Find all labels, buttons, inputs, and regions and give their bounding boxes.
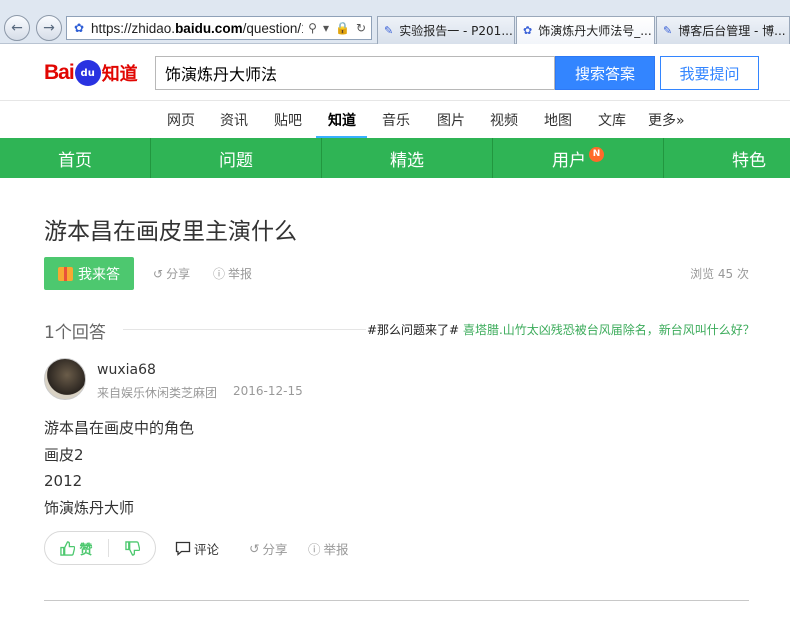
topic-tag[interactable]: #那么问题来了# <box>367 323 459 337</box>
browser-tab-active[interactable]: ✿ 饰演炼丹大师法号_... <box>516 16 655 44</box>
baidu-paw-icon: ✿ <box>523 23 533 37</box>
answer-date: 2016-12-15 <box>233 384 303 398</box>
refresh-icon[interactable]: ↻ <box>356 21 366 35</box>
baidu-du-paw: du <box>74 60 101 86</box>
channel-nav: 网页 资讯 贴吧 知道 音乐 图片 视频 地图 文库 更多» <box>0 100 790 139</box>
search-answer-button[interactable]: 搜索答案 <box>555 56 655 90</box>
dislike-button[interactable] <box>109 532 155 564</box>
forward-arrow-icon[interactable]: → <box>36 15 62 41</box>
dropdown-icon[interactable]: ▾ <box>323 21 329 35</box>
back-arrow-icon[interactable]: ← <box>4 15 30 41</box>
answer-line: 画皮2 <box>44 445 84 464</box>
new-badge: N <box>589 146 604 162</box>
answer-team[interactable]: 来自娱乐休闲类芝麻团 <box>97 384 217 401</box>
channel-tieba[interactable]: 贴吧 <box>274 110 302 130</box>
channel-news[interactable]: 资讯 <box>220 110 248 130</box>
hot-topic: #那么问题来了# 喜塔腊.山竹太凶残恐被台风届除名，新台风叫什么好？ <box>367 321 755 338</box>
comment-icon <box>175 541 191 556</box>
hot-question-link[interactable]: 喜塔腊.山竹太凶残恐被台风届除名，新台风叫什么好？ <box>463 323 755 337</box>
answer-line: 饰演炼丹大师 <box>44 498 135 517</box>
lock-icon[interactable]: 🔒 <box>335 21 350 35</box>
vote-box: 赞 <box>44 531 156 565</box>
share-link[interactable]: ↺ 分享 <box>153 265 190 282</box>
search-icon[interactable]: ⚲ <box>308 21 317 35</box>
address-bar[interactable]: ✿ https://zhidao.baidu.com/question/1 ⚲ … <box>66 16 372 40</box>
share-icon: ↺ <box>249 541 260 556</box>
answer-bottom-divider <box>44 600 749 601</box>
search-input[interactable]: 饰演炼丹大师法 <box>155 56 555 90</box>
warning-icon: ⓘ <box>213 267 226 281</box>
share-icon: ↺ <box>153 266 164 281</box>
thumbs-up-icon <box>60 540 76 556</box>
comment-button[interactable]: 评论 <box>175 539 219 558</box>
avatar[interactable] <box>44 358 86 400</box>
nav-users[interactable]: 用户 N <box>493 138 663 178</box>
answer-line: 游本昌在画皮中的角色 <box>44 419 195 437</box>
answer-share-button[interactable]: ↺ 分享 <box>249 539 288 558</box>
channel-music[interactable]: 音乐 <box>382 110 410 130</box>
channel-web[interactable]: 网页 <box>167 110 195 130</box>
answer-line: 2012 <box>44 472 83 490</box>
channel-images[interactable]: 图片 <box>437 110 465 130</box>
warning-icon: ⓘ <box>308 542 321 557</box>
baidu-paw-icon: ✿ <box>73 21 85 35</box>
url-text: https://zhidao.baidu.com/question/1 <box>91 20 304 36</box>
page-icon: ✎ <box>384 23 394 37</box>
answer-report-button[interactable]: ⓘ 举报 <box>308 539 349 558</box>
address-tools: ⚲ ▾ 🔒 ↻ <box>303 21 371 35</box>
green-nav-bar: 首页 问题 精选 用户 N 特色 <box>0 138 790 178</box>
nav-questions[interactable]: 问题 <box>151 138 321 178</box>
channel-video[interactable]: 视频 <box>490 110 518 130</box>
answer-content: 游本昌在画皮中的角色 画皮2 2012 饰演炼丹大师 <box>44 415 194 521</box>
divider-line <box>123 329 366 330</box>
nav-featured[interactable]: 精选 <box>322 138 492 178</box>
view-count: 浏览 45 次 <box>690 267 749 281</box>
answer-button[interactable]: 我来答 <box>44 257 134 290</box>
like-button[interactable]: 赞 <box>45 532 108 564</box>
browser-chrome: ← → ✿ https://zhidao.baidu.com/question/… <box>0 0 790 44</box>
question-title: 游本昌在画皮里主演什么 <box>44 219 297 245</box>
channel-more[interactable]: 更多» <box>648 110 685 130</box>
channel-map[interactable]: 地图 <box>544 110 572 130</box>
baidu-zhidao-logo[interactable]: Bai du 知道 <box>44 58 148 88</box>
channel-wenku[interactable]: 文库 <box>598 110 626 130</box>
gift-icon <box>58 266 73 281</box>
report-link[interactable]: ⓘ 举报 <box>213 265 252 282</box>
thumbs-down-icon <box>124 540 140 556</box>
ask-question-button[interactable]: 我要提问 <box>660 56 759 90</box>
answer-username[interactable]: wuxia68 <box>97 362 156 378</box>
nav-home[interactable]: 首页 <box>0 138 150 178</box>
channel-zhidao[interactable]: 知道 <box>328 110 356 130</box>
browser-tab[interactable]: ✎ 博客后台管理 - 博... <box>656 16 790 44</box>
nav-special[interactable]: 特色 <box>664 138 790 178</box>
answer-count: 1个回答 <box>44 323 106 343</box>
browser-tab[interactable]: ✎ 实验报告一 - P201... <box>377 16 515 44</box>
page-icon: ✎ <box>663 23 673 37</box>
